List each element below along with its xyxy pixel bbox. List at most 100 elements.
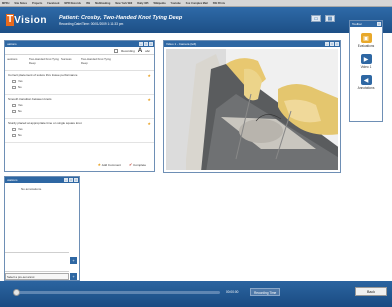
answer-option[interactable]: Yes — [12, 79, 151, 83]
maximize-icon[interactable]: □ — [144, 42, 148, 46]
answer-option[interactable]: No — [12, 85, 151, 89]
annotation-input[interactable] — [5, 252, 69, 272]
question-text: Correct placement of suture thru tissue … — [8, 73, 78, 77]
bookmark-link[interactable]: Fox Complex Mail — [186, 2, 208, 5]
preset-annotation-select[interactable]: Select a pre-set annot — [5, 273, 69, 280]
answer-checkbox[interactable] — [12, 79, 16, 83]
toolbox-title: Toolbar — [352, 22, 362, 26]
bookmark-link[interactable]: Wikipedia — [153, 2, 165, 5]
answer-option[interactable]: Yes — [12, 127, 151, 131]
video-frame[interactable] — [166, 49, 338, 170]
answer-checkbox[interactable] — [12, 127, 16, 131]
answer-label: Yes — [18, 127, 23, 131]
app-logo: T Vision — [6, 14, 47, 26]
layout-icon[interactable]: ▦ — [325, 15, 335, 22]
bookmark-link[interactable]: MPFH — [2, 2, 9, 5]
video-panel-header: Video 1 - Camera (left) – □ × — [164, 41, 340, 47]
complete-button[interactable]: ✔ Complete — [129, 162, 146, 167]
answer-checkbox[interactable] — [12, 133, 16, 137]
answer-label: Yes — [18, 79, 23, 83]
minimize-icon[interactable]: – — [64, 178, 68, 182]
add-annotation-button[interactable]: + — [70, 257, 77, 264]
answer-option[interactable]: No — [12, 133, 151, 137]
back-button[interactable]: Back — [355, 287, 387, 296]
annotations-panel-header: otations – □ × — [5, 177, 79, 183]
evaluation-panel: uations – □ × Recording A abc uestions T… — [4, 40, 155, 172]
recording-time-button[interactable]: Recording Time — [250, 288, 281, 296]
app-header: T Vision Patient: Crosby, Two-Handed Kno… — [0, 7, 392, 33]
bookmark-link[interactable]: ISS — [86, 2, 90, 5]
evaluation-panel-header: uations – □ × — [5, 41, 154, 47]
timecode: 00:00:00 — [226, 290, 239, 294]
bookmark-link[interactable]: Daily 365 — [137, 2, 148, 5]
minimize-icon[interactable]: – — [139, 42, 143, 46]
tool-label: Annotations — [357, 86, 375, 90]
answer-label: No — [18, 109, 22, 113]
recording-label: Recording — [121, 48, 135, 53]
close-icon[interactable]: × — [377, 22, 381, 26]
column-header: Two-Handed Knot Tying Deep — [81, 57, 111, 65]
evaluations-icon: ▣ — [360, 33, 372, 43]
seek-bar[interactable] — [13, 289, 220, 296]
bookmark-link[interactable]: Multitasking — [95, 2, 110, 5]
logo-t: T — [6, 14, 15, 26]
recording-checkbox[interactable] — [114, 48, 119, 53]
add-preset-button[interactable]: + — [70, 273, 77, 280]
panel-title: otations — [7, 178, 18, 182]
panel-title: uations — [7, 42, 17, 46]
answer-checkbox[interactable] — [12, 85, 16, 89]
flag-icon[interactable]: ★ — [147, 121, 151, 126]
toolbox-header: Toolbar × — [350, 21, 382, 27]
tool-evaluations[interactable]: ▣ Evaluations — [350, 33, 382, 48]
answer-option[interactable]: Yes — [12, 103, 151, 107]
question-text: Smooth transition between knots — [8, 97, 52, 101]
monitor-icon[interactable]: ▭ — [311, 15, 321, 22]
minimize-icon[interactable]: – — [325, 42, 329, 46]
patient-title: Patient: Crosby, Two-Handed Knot Tying D… — [58, 14, 183, 21]
header-icons: ▭ ▦ — [311, 15, 335, 22]
bookmark-link[interactable]: Youtube — [171, 2, 181, 5]
spellcheck-button[interactable]: abc — [145, 49, 150, 53]
complete-label: Complete — [133, 163, 146, 167]
empty-annotations-text: No annotations. — [21, 187, 43, 191]
answer-label: No — [18, 85, 22, 89]
close-icon[interactable]: × — [149, 42, 153, 46]
close-icon[interactable]: × — [74, 178, 78, 182]
rubric-actions: ★ Add Comment ✔ Complete — [98, 162, 147, 167]
close-icon[interactable]: × — [335, 42, 339, 46]
bookmark-link[interactable]: Facebook — [47, 2, 59, 5]
bookmark-link[interactable]: NPR Records — [64, 2, 81, 5]
column-header: Success — [61, 57, 72, 61]
add-comment-label: Add Comment — [101, 163, 121, 167]
font-tool-button[interactable]: A — [138, 48, 142, 54]
tool-list: ▣ Evaluations ▶ Video 1 ◀ Annotations — [350, 33, 382, 90]
recording-datetime: Recording Date/Time: 00/01/2009 1:11:33 … — [58, 21, 124, 26]
panel-title: Video 1 - Camera (left) — [166, 42, 197, 46]
bookmark-link[interactable]: SW Prints — [213, 2, 225, 5]
video-panel: Video 1 - Camera (left) – □ × — [163, 40, 341, 173]
tool-annotations[interactable]: ◀ Annotations — [350, 75, 382, 90]
bookmark-link[interactable]: New York Will — [115, 2, 132, 5]
rubric-question: Sturdy placed at appropriate time on sin… — [5, 119, 154, 143]
playback-bar: 00:00:00 Recording Time Back — [0, 281, 392, 307]
flag-icon[interactable]: ★ — [147, 73, 151, 78]
answer-checkbox[interactable] — [12, 109, 16, 113]
column-header: Two-Handed Knot Tying Deep — [29, 57, 59, 65]
question-text: Sturdy placed at appropriate time on sin… — [8, 121, 82, 125]
video-icon: ▶ — [360, 54, 372, 64]
maximize-icon[interactable]: □ — [69, 178, 73, 182]
bookmark-link[interactable]: Site Notes — [14, 2, 27, 5]
answer-checkbox[interactable] — [12, 103, 16, 107]
rubric-question: Smooth transition between knots ★ Yes No — [5, 95, 154, 119]
surgical-video-still — [166, 49, 338, 170]
bookmark-link[interactable]: Projects — [32, 2, 42, 5]
maximize-icon[interactable]: □ — [330, 42, 334, 46]
seek-handle[interactable] — [13, 289, 20, 296]
column-header: uestions — [7, 57, 18, 61]
answer-option[interactable]: No — [12, 109, 151, 113]
flag-icon[interactable]: ★ — [147, 97, 151, 102]
add-comment-button[interactable]: ★ Add Comment — [98, 162, 121, 167]
bookmarks-bar: MPFH Site Notes Projects Facebook NPR Record… — [0, 0, 392, 7]
checkmark-icon: ✔ — [128, 162, 133, 167]
tool-video-1[interactable]: ▶ Video 1 — [350, 54, 382, 69]
